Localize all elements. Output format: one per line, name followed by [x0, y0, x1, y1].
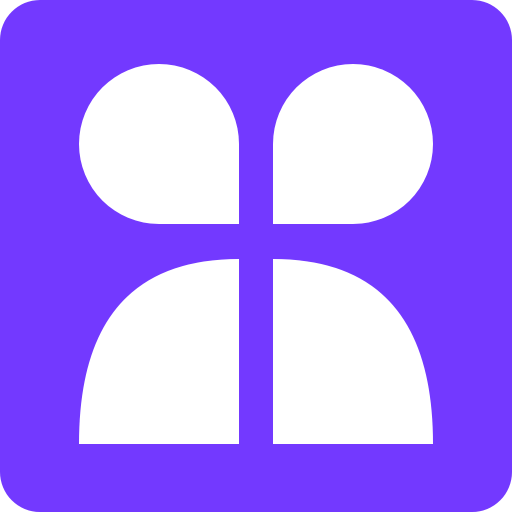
icon-background: [0, 0, 512, 512]
app-logo-icon: [0, 0, 512, 512]
top-right-teardrop-shape: [273, 64, 433, 224]
app-icon-canvas: [0, 0, 512, 512]
top-left-teardrop-shape: [79, 64, 239, 224]
